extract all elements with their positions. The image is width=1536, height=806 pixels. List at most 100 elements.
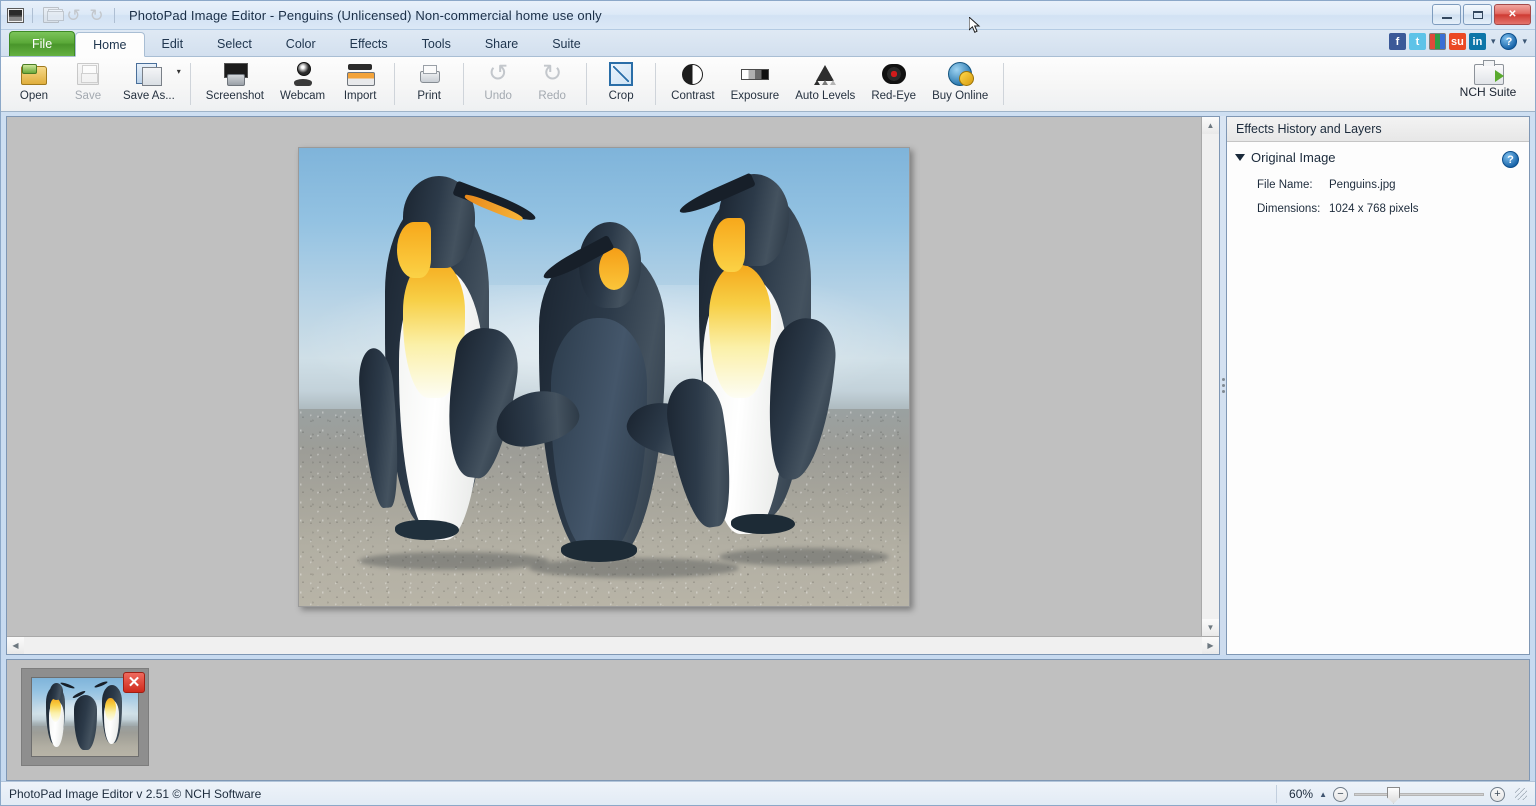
- quick-access-toolbar: ↺ ↻: [1, 6, 119, 25]
- floppy-disk-icon: [77, 63, 99, 85]
- ribbon-print-label: Print: [417, 90, 441, 103]
- ribbon-open-button[interactable]: Open: [7, 57, 61, 111]
- effects-history-header: Effects History and Layers: [1227, 117, 1529, 142]
- dimensions-key: Dimensions:: [1257, 197, 1329, 221]
- ribbon-red-eye-button[interactable]: Red-Eye: [863, 57, 924, 111]
- ribbon-print-button[interactable]: Print: [402, 57, 456, 111]
- file-name-key: File Name:: [1257, 173, 1329, 197]
- red-eye-icon: [882, 64, 906, 84]
- status-text: PhotoPad Image Editor v 2.51 © NCH Softw…: [9, 787, 261, 801]
- photopad-window: ↺ ↻ PhotoPad Image Editor - Penguins (Un…: [0, 0, 1536, 806]
- google-plus-icon[interactable]: [1429, 33, 1446, 50]
- stumbleupon-icon[interactable]: su: [1449, 33, 1466, 50]
- twitter-icon[interactable]: t: [1409, 33, 1426, 50]
- canvas-vertical-scrollbar[interactable]: ▲ ▼: [1201, 117, 1219, 636]
- social-more-chevron-down-icon[interactable]: ▾: [1491, 36, 1496, 47]
- help-circle-icon[interactable]: ?: [1500, 33, 1517, 50]
- help-chevron-down-icon[interactable]: ▾: [1522, 36, 1527, 47]
- zoom-out-button[interactable]: −: [1333, 787, 1348, 802]
- ribbon-save-button[interactable]: Save: [61, 57, 115, 111]
- minimize-button[interactable]: [1432, 4, 1461, 25]
- scanner-import-icon: [347, 63, 373, 85]
- zoom-controls: 60% ▲ − +: [1276, 782, 1527, 806]
- zoom-in-button[interactable]: +: [1490, 787, 1505, 802]
- ribbon-exposure-button[interactable]: Exposure: [723, 57, 788, 111]
- save-as-chevron-down-icon[interactable]: ▾: [177, 67, 181, 76]
- ribbon-save-as-button[interactable]: Save As... ▾: [115, 57, 183, 111]
- image-canvas-panel: ▲ ▼ ◀ ▶: [6, 116, 1220, 655]
- thumbnail-item[interactable]: ✕: [21, 668, 149, 766]
- ribbon-divider-3: [463, 63, 464, 105]
- ribbon-open-label: Open: [20, 90, 48, 103]
- tab-suite[interactable]: Suite: [535, 31, 598, 56]
- tab-share[interactable]: Share: [468, 31, 535, 56]
- image-canvas[interactable]: [7, 117, 1201, 636]
- chevron-down-icon[interactable]: [1235, 154, 1245, 161]
- ribbon-undo-label: Undo: [484, 90, 512, 103]
- zoom-level-value[interactable]: 60%: [1283, 787, 1313, 801]
- ribbon-divider-6: [1003, 63, 1004, 105]
- histogram-icon: [811, 63, 839, 85]
- ribbon-divider-1: [190, 63, 191, 105]
- social-share-bar: f t su in ▾ ? ▾: [1389, 33, 1529, 50]
- effects-history-panel: Effects History and Layers Original Imag…: [1226, 116, 1530, 655]
- globe-key-icon: [948, 62, 972, 86]
- ribbon-contrast-label: Contrast: [671, 90, 714, 103]
- window-resize-grip-icon[interactable]: [1515, 788, 1527, 800]
- linkedin-icon[interactable]: in: [1469, 33, 1486, 50]
- undo-arrow-icon: ↺: [485, 63, 511, 85]
- ribbon-undo-button[interactable]: ↺ Undo: [471, 57, 525, 111]
- tab-tools[interactable]: Tools: [405, 31, 468, 56]
- mouse-cursor: [969, 17, 981, 35]
- thumbnail-close-button[interactable]: ✕: [123, 672, 145, 693]
- maximize-button[interactable]: [1463, 4, 1492, 25]
- ribbon-exposure-label: Exposure: [731, 90, 780, 103]
- ribbon-red-eye-label: Red-Eye: [871, 90, 916, 103]
- tab-home[interactable]: Home: [75, 32, 144, 57]
- ribbon-screenshot-button[interactable]: Screenshot: [198, 57, 272, 111]
- tab-edit[interactable]: Edit: [145, 31, 201, 56]
- scroll-left-button[interactable]: ◀: [7, 637, 24, 654]
- facebook-icon[interactable]: f: [1389, 33, 1406, 50]
- original-image-title-row[interactable]: Original Image: [1235, 150, 1519, 165]
- ribbon-crop-button[interactable]: Crop: [594, 57, 648, 111]
- ribbon-import-button[interactable]: Import: [333, 57, 387, 111]
- nch-suite-button[interactable]: NCH Suite: [1453, 60, 1523, 99]
- nch-suite-label: NCH Suite: [1460, 85, 1517, 99]
- ribbon-webcam-button[interactable]: Webcam: [272, 57, 333, 111]
- ribbon-save-label: Save: [75, 90, 101, 103]
- ribbon-buy-online-button[interactable]: Buy Online: [924, 57, 996, 111]
- help-circle-icon[interactable]: ?: [1502, 151, 1519, 168]
- zoom-slider[interactable]: [1354, 793, 1484, 796]
- canvas-horizontal-scrollbar[interactable]: ◀ ▶: [7, 636, 1219, 654]
- ribbon-save-as-label: Save As...: [123, 90, 175, 103]
- qat-divider-2: [114, 8, 115, 23]
- tab-file[interactable]: File: [9, 31, 75, 56]
- scroll-down-button[interactable]: ▼: [1202, 619, 1219, 636]
- undo-quick-button[interactable]: ↺: [64, 6, 83, 25]
- penguins-image[interactable]: [298, 147, 910, 607]
- ribbon-redo-button[interactable]: ↻ Redo: [525, 57, 579, 111]
- zoom-up-arrow-icon[interactable]: ▲: [1319, 790, 1327, 799]
- ribbon-contrast-button[interactable]: Contrast: [663, 57, 722, 111]
- scroll-up-button[interactable]: ▲: [1202, 117, 1219, 134]
- briefcase-icon: [1474, 60, 1502, 83]
- tab-color[interactable]: Color: [269, 31, 333, 56]
- photopad-app-icon[interactable]: [7, 8, 24, 23]
- main-area: ▲ ▼ ◀ ▶ Effects History and Layers Origi…: [1, 112, 1535, 655]
- ribbon-divider-4: [586, 63, 587, 105]
- tab-effects[interactable]: Effects: [333, 31, 405, 56]
- window-controls: ✕: [1432, 4, 1531, 25]
- zoom-slider-thumb[interactable]: [1387, 787, 1400, 804]
- scroll-right-button[interactable]: ▶: [1202, 637, 1219, 654]
- redo-arrow-icon: ↻: [89, 7, 103, 24]
- maximize-icon: [1473, 11, 1483, 19]
- file-name-row: File Name: Penguins.jpg: [1257, 173, 1519, 197]
- tab-select[interactable]: Select: [200, 31, 269, 56]
- ribbon-auto-levels-button[interactable]: Auto Levels: [787, 57, 863, 111]
- close-button[interactable]: ✕: [1494, 4, 1531, 25]
- undo-arrow-icon: ↺: [66, 7, 80, 24]
- splitter-grip-icon: [1222, 378, 1225, 393]
- save-quick-button[interactable]: [41, 6, 60, 25]
- redo-quick-button[interactable]: ↻: [87, 6, 106, 25]
